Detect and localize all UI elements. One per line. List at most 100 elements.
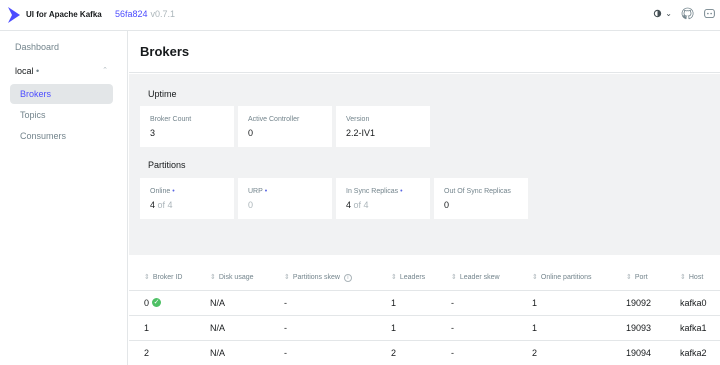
- kafka-logo-icon[interactable]: [7, 6, 21, 24]
- broker-id-cell[interactable]: 2: [144, 341, 149, 365]
- sidebar: Dashboard local • ⌃ Brokers Topics Consu…: [0, 31, 128, 365]
- metric-label: Broker Count: [150, 116, 192, 123]
- cluster-selector[interactable]: local • ⌃: [15, 66, 108, 76]
- metric-card-urp[interactable]: URP • 0: [237, 177, 333, 220]
- theme-toggle[interactable]: ⌄: [653, 9, 672, 18]
- leader-skew-cell: -: [451, 298, 454, 308]
- metric-label: Version: [346, 116, 370, 123]
- partitions-skew-cell: -: [284, 298, 287, 308]
- host-cell: kafka0: [680, 298, 707, 308]
- sidebar-item-brokers[interactable]: Brokers: [10, 84, 113, 104]
- main-content: Brokers Uptime Broker Count 3 Active Con…: [129, 31, 720, 365]
- leaders-cell: 1: [391, 298, 397, 308]
- disk-usage-cell: N/A: [210, 298, 226, 308]
- port-cell: 19094: [626, 348, 652, 358]
- sort-icon: ⇕: [210, 274, 216, 281]
- metric-card-broker-count: Broker Count 3: [139, 105, 235, 148]
- online-partitions-cell: 2: [532, 348, 538, 358]
- version-hash-link[interactable]: 56fa824: [115, 9, 148, 19]
- partitions-section-title: Partitions: [148, 160, 186, 170]
- brokers-table: ⇕ Broker ID ⇕ Disk usage ⇕ Partitions skew i…: [129, 266, 720, 365]
- sort-icon: ⇕: [680, 274, 686, 281]
- metric-card-in-sync-replicas[interactable]: In Sync Replicas • 4 of 4: [335, 177, 431, 220]
- column-header-leader-skew[interactable]: ⇕ Leader skew: [451, 266, 500, 290]
- page-title: Brokers: [140, 44, 190, 59]
- online-partitions-cell: 1: [532, 323, 538, 333]
- disk-usage-cell: N/A: [210, 323, 226, 333]
- broker-id-cell[interactable]: 0 ✓: [144, 291, 162, 316]
- port-cell: 19092: [626, 298, 652, 308]
- uptime-cards: Broker Count 3 Active Controller 0 Versi…: [139, 105, 539, 149]
- sidebar-item-consumers[interactable]: Consumers: [10, 126, 113, 146]
- metric-label: In Sync Replicas •: [346, 188, 403, 195]
- discord-icon[interactable]: [703, 7, 716, 20]
- column-header-partitions-skew[interactable]: ⇕ Partitions skew i: [284, 266, 352, 290]
- cluster-status-dot: •: [36, 66, 40, 76]
- metric-value: 0: [444, 200, 450, 210]
- leaders-cell: 1: [391, 323, 397, 333]
- metric-card-version: Version 2.2-IV1: [335, 105, 431, 148]
- column-header-broker-id[interactable]: ⇕ Broker ID: [144, 266, 182, 290]
- sidebar-item-topics[interactable]: Topics: [10, 105, 113, 125]
- contrast-icon: [654, 9, 662, 18]
- top-right-icons: ⌄: [653, 7, 716, 20]
- leader-skew-cell: -: [451, 323, 454, 333]
- theme-caret-icon: ⌄: [665, 9, 672, 18]
- metric-value: 0: [248, 200, 254, 210]
- metrics-panel: Uptime Broker Count 3 Active Controller …: [129, 74, 720, 255]
- metric-value: 4 of 4: [346, 200, 369, 210]
- partitions-skew-cell: -: [284, 323, 287, 333]
- partitions-skew-cell: -: [284, 348, 287, 358]
- table-row[interactable]: 1 N/A - 1 - 1 19093 kafka1: [129, 315, 720, 340]
- metric-label: Online •: [150, 188, 175, 195]
- cluster-name: local: [15, 66, 34, 76]
- column-header-port[interactable]: ⇕ Port: [626, 266, 648, 290]
- version-info: 56fa824 v0.7.1: [115, 9, 175, 19]
- github-icon[interactable]: [681, 7, 694, 20]
- app-title[interactable]: UI for Apache Kafka: [26, 10, 102, 19]
- link-arrow-icon: •: [264, 188, 268, 195]
- metric-label: Active Controller: [248, 116, 300, 123]
- port-cell: 19093: [626, 323, 652, 333]
- check-circle-icon: ✓: [152, 298, 162, 308]
- metric-value: 4 of 4: [150, 200, 173, 210]
- host-cell: kafka1: [680, 323, 707, 333]
- link-arrow-icon: •: [172, 188, 175, 195]
- leaders-cell: 2: [391, 348, 397, 358]
- sort-icon: ⇕: [144, 274, 150, 281]
- metric-card-online[interactable]: Online • 4 of 4: [139, 177, 235, 220]
- metric-label: Out Of Sync Replicas: [444, 188, 511, 195]
- sort-icon: ⇕: [284, 274, 290, 281]
- sort-icon: ⇕: [626, 274, 632, 281]
- metric-card-out-of-sync-replicas: Out Of Sync Replicas 0: [433, 177, 529, 220]
- table-row[interactable]: 2 N/A - 2 - 2 19094 kafka2: [129, 340, 720, 365]
- metric-card-active-controller: Active Controller 0: [237, 105, 333, 148]
- table-row[interactable]: 0 ✓ N/A - 1 - 1 19092 kafka0: [129, 290, 720, 315]
- column-header-leaders[interactable]: ⇕ Leaders: [391, 266, 425, 290]
- broker-id-cell[interactable]: 1: [144, 316, 149, 341]
- link-arrow-icon: •: [400, 188, 403, 195]
- page-header: Brokers: [129, 31, 720, 73]
- metric-value: 2.2-IV1: [346, 128, 376, 138]
- info-icon[interactable]: i: [343, 274, 352, 282]
- column-header-disk-usage[interactable]: ⇕ Disk usage: [210, 266, 254, 290]
- chevron-up-icon: ⌃: [102, 67, 108, 74]
- sort-icon: ⇕: [391, 274, 397, 281]
- online-partitions-cell: 1: [532, 298, 538, 308]
- metric-value: 0: [248, 128, 254, 138]
- version-tag: v0.7.1: [150, 9, 176, 19]
- metric-value: 3: [150, 128, 156, 138]
- metric-label: URP •: [248, 188, 268, 195]
- uptime-section-title: Uptime: [148, 89, 177, 99]
- partitions-cards: Online • 4 of 4 URP • 0 In Sync Replicas • …: [139, 177, 539, 221]
- table-header-row: ⇕ Broker ID ⇕ Disk usage ⇕ Partitions skew i…: [129, 266, 720, 290]
- disk-usage-cell: N/A: [210, 348, 226, 358]
- sidebar-item-dashboard[interactable]: Dashboard: [15, 42, 59, 52]
- column-header-host[interactable]: ⇕ Host: [680, 266, 703, 290]
- column-header-online-partitions[interactable]: ⇕ Online partitions: [532, 266, 591, 290]
- leader-skew-cell: -: [451, 348, 454, 358]
- sort-icon: ⇕: [451, 274, 457, 281]
- sort-icon: ⇕: [532, 274, 538, 281]
- top-navbar: UI for Apache Kafka 56fa824 v0.7.1 ⌄: [0, 0, 720, 31]
- host-cell: kafka2: [680, 348, 707, 358]
